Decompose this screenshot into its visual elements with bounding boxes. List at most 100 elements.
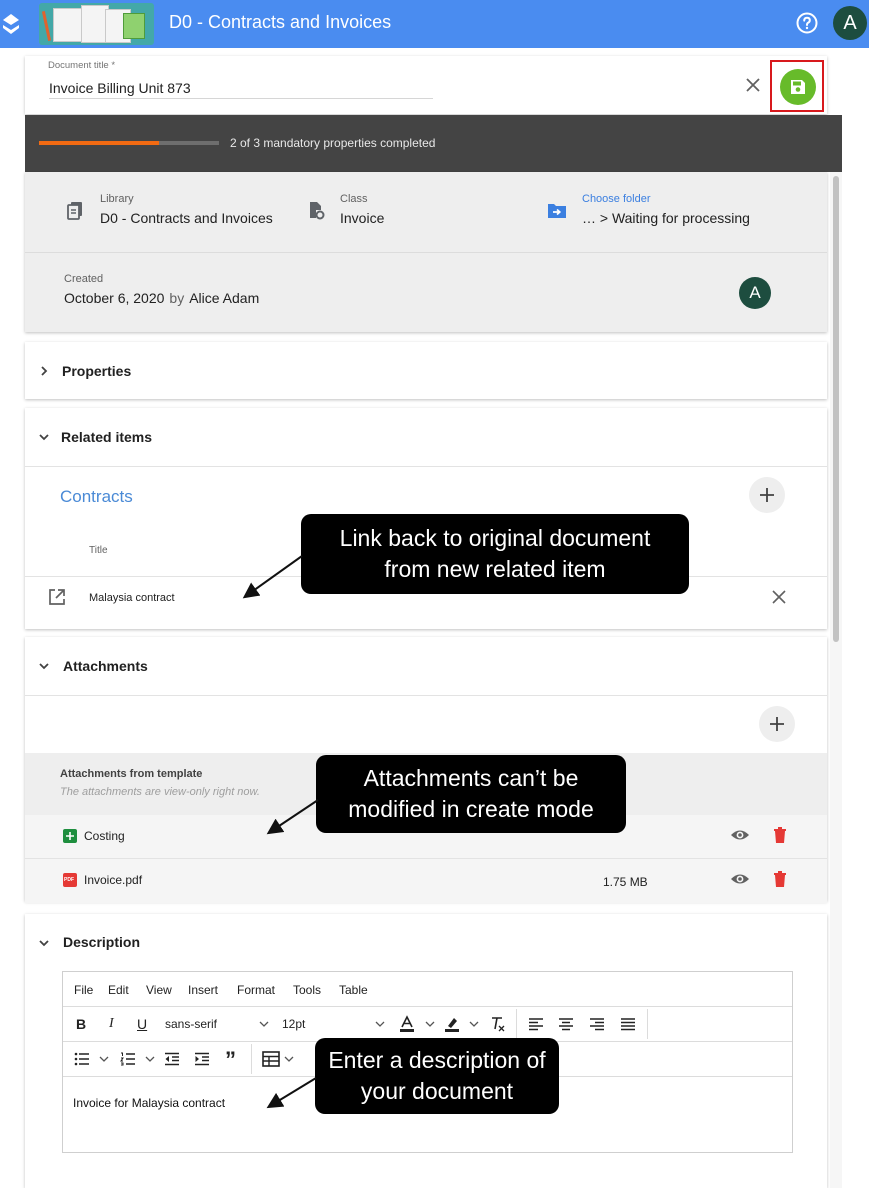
highlight-color-icon[interactable] xyxy=(443,1015,461,1033)
plus-icon xyxy=(770,717,784,731)
font-family-select[interactable]: sans-serif xyxy=(165,1017,217,1031)
menu-file[interactable]: File xyxy=(74,983,93,997)
menu-insert[interactable]: Insert xyxy=(188,983,218,997)
open-in-new-icon[interactable] xyxy=(48,588,66,606)
editor-toolbar-row-1: B I U sans-serif 12pt xyxy=(63,1007,792,1042)
chevron-down-icon[interactable] xyxy=(259,1020,269,1028)
numbered-list-icon[interactable] xyxy=(120,1052,136,1066)
editor-content[interactable]: Invoice for Malaysia contract xyxy=(73,1096,225,1110)
align-right-icon[interactable] xyxy=(589,1017,605,1031)
description-title: Description xyxy=(63,934,141,950)
menu-view[interactable]: View xyxy=(146,983,172,997)
progress-fill xyxy=(39,141,159,145)
created-date: October 6, 2020 xyxy=(64,290,165,306)
scrollbar-thumb[interactable] xyxy=(833,176,839,642)
chevron-down-icon[interactable] xyxy=(37,659,51,673)
user-avatar[interactable]: A xyxy=(833,6,867,40)
add-related-item-button[interactable] xyxy=(749,477,785,513)
table-icon[interactable] xyxy=(262,1051,280,1067)
toolbar-separator xyxy=(251,1044,252,1074)
align-justify-icon[interactable] xyxy=(620,1017,636,1031)
related-item-title[interactable]: Malaysia contract xyxy=(89,592,175,604)
help-icon[interactable] xyxy=(795,11,819,35)
callout-description: Enter a description of your document xyxy=(315,1038,559,1114)
underline-icon[interactable]: U xyxy=(137,1016,147,1032)
align-left-icon[interactable] xyxy=(528,1017,544,1031)
class-value: Invoice xyxy=(340,210,385,226)
save-button[interactable] xyxy=(780,69,816,105)
choose-folder-link[interactable]: Choose folder xyxy=(582,193,651,205)
chevron-down-icon[interactable] xyxy=(145,1055,155,1063)
menu-edit[interactable]: Edit xyxy=(108,983,129,997)
library-banner-image xyxy=(39,3,154,45)
chevron-down-icon[interactable] xyxy=(375,1020,385,1028)
folder-path[interactable]: … > Waiting for processing xyxy=(582,210,750,226)
class-label: Class xyxy=(340,193,368,205)
attachment-name[interactable]: Costing xyxy=(84,829,125,843)
folder-move-icon[interactable] xyxy=(547,202,567,219)
attachment-name[interactable]: Invoice.pdf xyxy=(84,873,142,887)
document-title-card: Document title * xyxy=(25,56,827,114)
indent-icon[interactable] xyxy=(194,1052,210,1066)
text-color-icon[interactable] xyxy=(398,1015,416,1033)
description-header[interactable]: Description xyxy=(25,914,827,972)
chevron-down-icon[interactable] xyxy=(284,1055,294,1063)
callout-attachments: Attachments can’t be modified in create … xyxy=(316,755,626,833)
chevron-down-icon[interactable] xyxy=(37,430,51,444)
menu-table[interactable]: Table xyxy=(339,983,368,997)
properties-header[interactable]: Properties xyxy=(25,342,827,400)
italic-icon[interactable]: I xyxy=(109,1016,114,1032)
divider xyxy=(25,695,827,696)
attachment-row[interactable]: PDF Invoice.pdf 1.75 MB xyxy=(25,859,827,903)
outdent-icon[interactable] xyxy=(164,1052,180,1066)
editor-menu-bar: File Edit View Insert Format Tools Table xyxy=(63,972,792,1007)
remove-related-icon[interactable] xyxy=(770,588,788,606)
attachment-size: 1.75 MB xyxy=(603,875,648,889)
info-divider xyxy=(25,252,827,253)
chevron-down-icon[interactable] xyxy=(37,936,51,950)
divider xyxy=(25,466,827,467)
document-title-label: Document title * xyxy=(48,60,116,71)
close-icon[interactable] xyxy=(743,75,763,95)
document-info-card: Library D0 - Contracts and Invoices Clas… xyxy=(25,172,827,332)
template-attachments-title: Attachments from template xyxy=(60,768,203,780)
bold-icon[interactable]: B xyxy=(76,1016,86,1032)
chevron-right-icon[interactable] xyxy=(37,364,51,378)
font-size-select[interactable]: 12pt xyxy=(282,1017,305,1031)
library-icon xyxy=(67,202,82,220)
chevron-down-icon[interactable] xyxy=(425,1020,435,1028)
created-line: October 6, 2020 by Alice Adam xyxy=(64,290,259,306)
app-title: D0 - Contracts and Invoices xyxy=(169,12,392,32)
created-label: Created xyxy=(64,273,104,285)
toolbar-separator xyxy=(516,1009,517,1039)
document-title-input[interactable] xyxy=(49,77,433,99)
trash-icon[interactable] xyxy=(770,825,790,845)
layers-logo-icon[interactable] xyxy=(2,12,20,36)
attachments-header[interactable]: Attachments xyxy=(25,637,827,695)
menu-tools[interactable]: Tools xyxy=(293,983,321,997)
pdf-file-icon: PDF xyxy=(63,873,77,887)
callout-link-back: Link back to original document from new … xyxy=(301,514,689,594)
eye-icon[interactable] xyxy=(730,869,750,889)
chevron-down-icon[interactable] xyxy=(99,1055,109,1063)
template-attachments-note: The attachments are view-only right now. xyxy=(60,786,260,798)
floppy-disk-icon xyxy=(791,80,805,94)
progress-text: 2 of 3 mandatory properties completed xyxy=(230,136,436,150)
contracts-group-title: Contracts xyxy=(60,487,133,506)
chevron-down-icon[interactable] xyxy=(469,1020,479,1028)
related-items-header[interactable]: Related items xyxy=(25,408,827,466)
trash-icon[interactable] xyxy=(770,869,790,889)
menu-format[interactable]: Format xyxy=(237,983,275,997)
eye-icon[interactable] xyxy=(730,825,750,845)
blockquote-icon[interactable]: ” xyxy=(225,1047,236,1073)
add-attachment-button[interactable] xyxy=(759,706,795,742)
scrollbar[interactable] xyxy=(830,172,842,1188)
align-center-icon[interactable] xyxy=(558,1017,574,1031)
created-by-word: by xyxy=(169,290,185,306)
related-items-title: Related items xyxy=(61,429,153,445)
library-value: D0 - Contracts and Invoices xyxy=(100,210,273,226)
column-header-title: Title xyxy=(89,545,108,556)
bullet-list-icon[interactable] xyxy=(74,1052,90,1066)
clear-formatting-icon[interactable] xyxy=(488,1015,506,1033)
properties-section: Properties xyxy=(25,342,827,399)
